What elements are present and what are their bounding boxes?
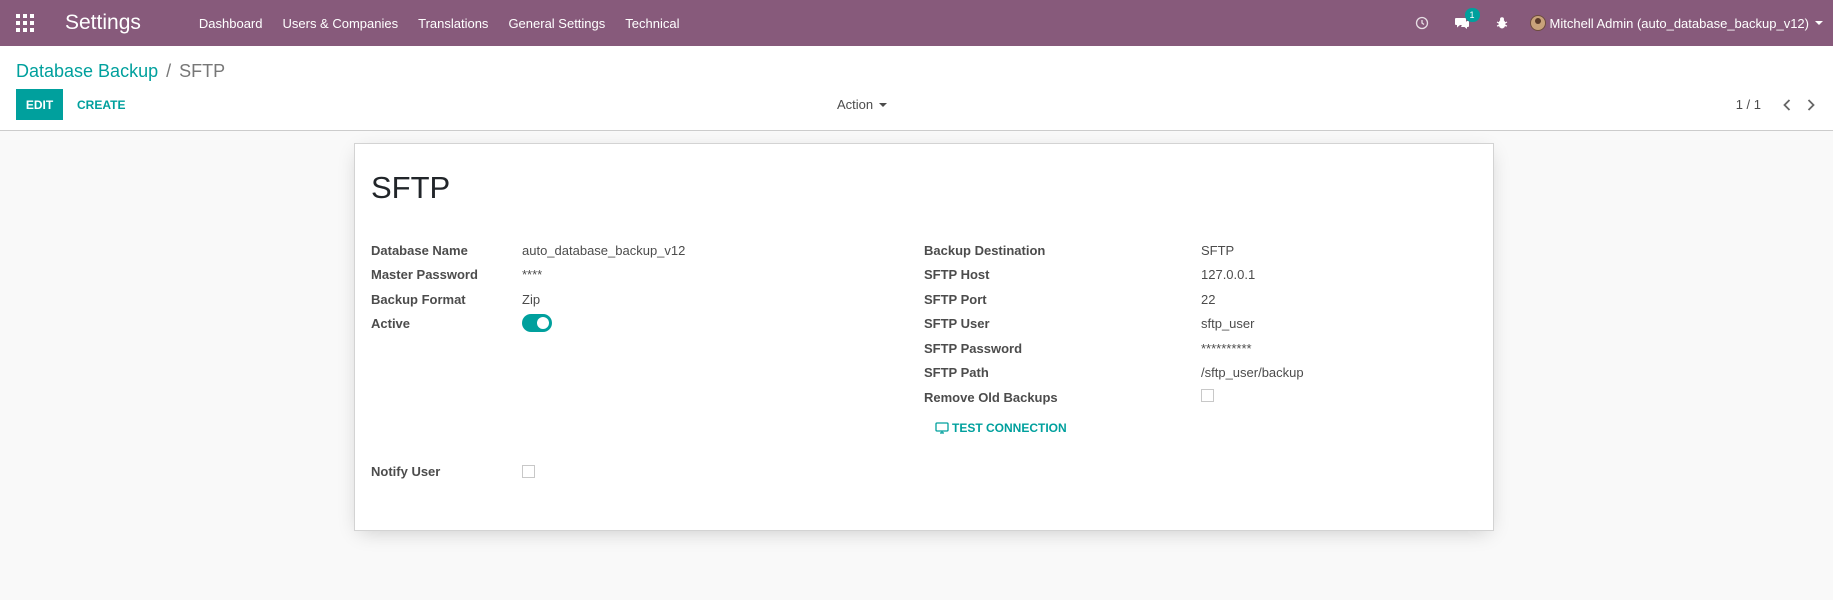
breadcrumb-separator: / xyxy=(166,61,172,81)
master-password-label: Master Password xyxy=(371,266,478,282)
remove-old-backups-label: Remove Old Backups xyxy=(924,389,1058,405)
user-avatar xyxy=(1529,15,1546,31)
database-name-value: auto_database_backup_v12 xyxy=(522,243,686,258)
sftp-path-label: SFTP Path xyxy=(924,364,989,380)
master-password-row: Master Password xyxy=(371,264,478,284)
sftp-path-value: /sftp_user/backup xyxy=(1201,365,1304,380)
breadcrumb-current: SFTP xyxy=(179,61,226,81)
sftp-password-row: SFTP Password xyxy=(924,338,1022,358)
sftp-port-label: SFTP Port xyxy=(924,291,987,307)
activity-clock-icon[interactable] xyxy=(1414,15,1430,31)
sftp-port-value: 22 xyxy=(1201,292,1216,307)
sftp-user-value: sftp_user xyxy=(1201,316,1255,331)
sftp-path-row: SFTP Path xyxy=(924,362,989,382)
user-menu[interactable]: Mitchell Admin (auto_database_backup_v12… xyxy=(1529,15,1823,31)
apps-menu-icon[interactable] xyxy=(16,14,34,32)
active-label: Active xyxy=(371,315,411,331)
debug-bug-icon[interactable] xyxy=(1494,15,1510,31)
backup-destination-row: Backup Destination xyxy=(924,240,1045,260)
sftp-host-row: SFTP Host xyxy=(924,264,990,284)
menu-item-technical[interactable]: Technical xyxy=(625,16,679,31)
backup-format-row: Backup Format xyxy=(371,289,466,309)
test-connection-button[interactable]: TEST CONNECTION xyxy=(935,418,1067,438)
sftp-host-value: 127.0.0.1 xyxy=(1201,267,1256,282)
breadcrumb-parent-link[interactable]: Database Backup xyxy=(16,61,158,82)
menu-item-users-companies[interactable]: Users & Companies xyxy=(283,16,399,31)
messages-count-badge: 1 xyxy=(1464,8,1480,22)
user-menu-caret-icon xyxy=(1815,21,1823,25)
create-button[interactable]: CREATE xyxy=(77,89,125,120)
active-toggle[interactable] xyxy=(522,314,552,332)
master-password-value: **** xyxy=(522,267,543,282)
test-connection-label: TEST CONNECTION xyxy=(952,421,1067,435)
monitor-icon xyxy=(935,422,949,434)
sftp-user-row: SFTP User xyxy=(924,313,990,333)
edit-button[interactable]: EDIT xyxy=(16,89,63,120)
backup-format-label: Backup Format xyxy=(371,291,466,307)
main-menu: Dashboard Users & Companies Translations… xyxy=(199,16,700,31)
backup-destination-label: Backup Destination xyxy=(924,242,1046,258)
action-dropdown-label: Action xyxy=(837,97,874,112)
menu-item-dashboard[interactable]: Dashboard xyxy=(199,16,263,31)
pager-previous-icon[interactable] xyxy=(1780,98,1794,112)
control-panel: Database Backup / SFTP EDIT CREATE Actio… xyxy=(0,46,1833,131)
user-name: Mitchell Admin (auto_database_backup_v12… xyxy=(1549,15,1809,31)
form-sheet: SFTP Database Name auto_database_backup_… xyxy=(354,143,1494,531)
sftp-user-label: SFTP User xyxy=(924,315,990,331)
messages-chat-icon[interactable]: 1 xyxy=(1454,8,1480,31)
menu-item-translations[interactable]: Translations xyxy=(418,16,488,31)
pager-next-icon[interactable] xyxy=(1804,98,1818,112)
action-dropdown[interactable]: Action xyxy=(837,89,888,120)
notify-user-checkbox[interactable] xyxy=(522,465,535,478)
breadcrumb: Database Backup / SFTP xyxy=(16,61,225,82)
pager-value[interactable]: 1 / 1 xyxy=(1736,97,1761,112)
sftp-host-label: SFTP Host xyxy=(924,266,990,282)
database-name-row: Database Name xyxy=(371,240,468,260)
backup-destination-value: SFTP xyxy=(1201,243,1235,258)
active-row: Active xyxy=(371,313,410,333)
app-title: Settings xyxy=(65,11,141,34)
sftp-password-label: SFTP Password xyxy=(924,340,1023,356)
menu-item-general-settings[interactable]: General Settings xyxy=(508,16,605,31)
pager: 1 / 1 xyxy=(1736,89,1823,120)
action-caret-icon xyxy=(879,102,888,107)
top-navbar: Settings Dashboard Users & Companies Tra… xyxy=(0,0,1833,46)
sftp-password-value: ********** xyxy=(1201,341,1252,356)
sftp-port-row: SFTP Port xyxy=(924,289,987,309)
notify-user-label: Notify User xyxy=(371,463,441,479)
backup-format-value: Zip xyxy=(522,292,541,307)
database-name-label: Database Name xyxy=(371,242,468,258)
notify-user-row: Notify User xyxy=(371,461,440,481)
record-title: SFTP xyxy=(371,170,451,205)
remove-old-backups-checkbox[interactable] xyxy=(1201,389,1214,402)
navbar-systray: 1 Mitchell Admin (auto_database_backup_v… xyxy=(1402,0,1833,46)
remove-old-backups-row: Remove Old Backups xyxy=(924,387,1058,407)
